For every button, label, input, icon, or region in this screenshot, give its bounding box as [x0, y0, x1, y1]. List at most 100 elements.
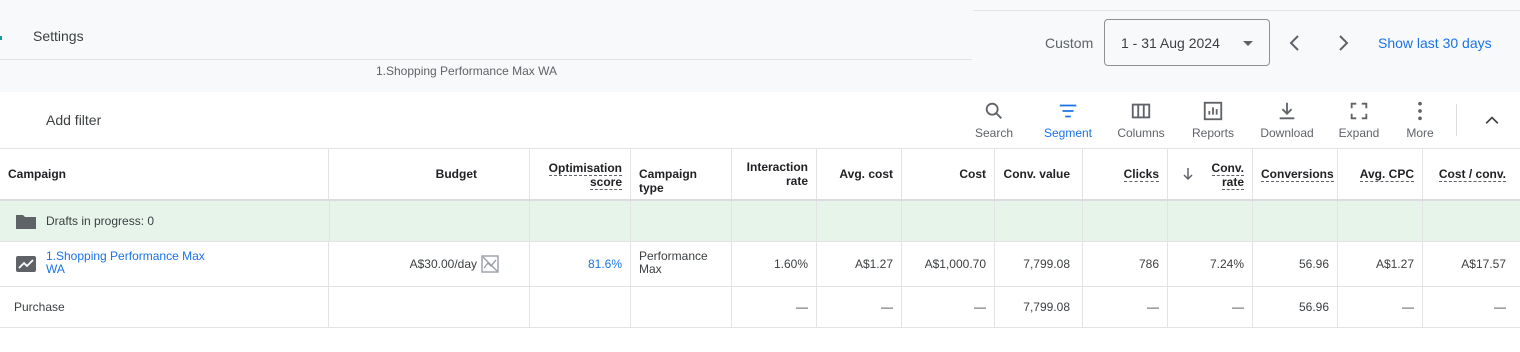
- segment-icon: [1059, 104, 1077, 118]
- folder-icon: [16, 215, 36, 229]
- campaign-type-cell: Performance Max: [631, 242, 732, 286]
- column-header-avg-cpc[interactable]: Avg. CPC: [1338, 149, 1423, 199]
- opt-score-cell: 81.6%: [530, 242, 631, 286]
- table-cell: [995, 201, 1083, 241]
- tool-label: Search: [974, 126, 1014, 140]
- table-cell: [329, 201, 530, 241]
- table-cell: [1253, 201, 1338, 241]
- column-header-cost-per-conv[interactable]: Cost / conv.: [1423, 149, 1520, 199]
- budget-cell: A$30.00/day: [329, 242, 530, 286]
- drafts-row[interactable]: Drafts in progress: 0: [0, 201, 1520, 242]
- table-cell: [1423, 201, 1520, 241]
- column-header-optimisation-score[interactable]: Optimisation score: [530, 149, 631, 199]
- column-header-conv-value[interactable]: Conv. value: [995, 149, 1083, 199]
- download-tool-button[interactable]: Download: [1254, 100, 1320, 146]
- table-cell: [631, 287, 732, 327]
- tool-label: Download: [1260, 126, 1314, 140]
- column-header-campaign-type[interactable]: Campaign type: [631, 149, 732, 199]
- tool-label: Columns: [1117, 126, 1165, 140]
- table-cell: [1083, 201, 1168, 241]
- columns-icon: [1131, 103, 1151, 119]
- table-cell: [1338, 201, 1423, 241]
- table-cell: 7,799.08: [995, 242, 1083, 286]
- drafts-cell: Drafts in progress: 0: [0, 201, 329, 241]
- table-cell: 786: [1083, 242, 1168, 286]
- columns-tool-button[interactable]: Columns: [1112, 100, 1170, 146]
- tool-label: Expand: [1338, 126, 1380, 140]
- drafts-label: Drafts in progress: 0: [46, 214, 155, 228]
- date-range-value: 1 - 31 Aug 2024: [1121, 35, 1220, 51]
- chevron-up-icon[interactable]: [1482, 110, 1502, 130]
- divider: [0, 59, 972, 60]
- table-cell: —: [732, 287, 817, 327]
- date-range-picker[interactable]: 1 - 31 Aug 2024: [1104, 19, 1270, 66]
- chart-off-icon[interactable]: [481, 255, 499, 273]
- table-header-row: Campaign Budget Optimisation score Campa…: [0, 149, 1520, 201]
- column-header-conv-rate[interactable]: Conv. rate: [1168, 149, 1253, 199]
- table-cell: 7.24%: [1168, 242, 1253, 286]
- download-icon: [1279, 102, 1295, 120]
- column-header-cost[interactable]: Cost: [902, 149, 995, 199]
- table-cell: A$1.27: [1338, 242, 1423, 286]
- table-cell: [329, 287, 530, 327]
- table-cell: A$1.27: [817, 242, 902, 286]
- table-toolbar: Add filter Search Segment Columns Report…: [0, 92, 1520, 149]
- column-header-budget[interactable]: Budget: [329, 149, 530, 199]
- column-header-campaign[interactable]: Campaign: [0, 149, 329, 199]
- table-cell: 7,799.08: [995, 287, 1083, 327]
- opt-score-link[interactable]: 81.6%: [588, 257, 622, 271]
- column-header-conversions[interactable]: Conversions: [1253, 149, 1338, 199]
- search-tool-button[interactable]: Search: [970, 100, 1018, 146]
- table-cell: —: [1083, 287, 1168, 327]
- divider: [973, 10, 1520, 11]
- reports-tool-button[interactable]: Reports: [1185, 100, 1241, 146]
- segment-tool-button[interactable]: Segment: [1038, 100, 1098, 146]
- chevron-right-icon[interactable]: [1331, 31, 1355, 55]
- sort-arrow-down-icon[interactable]: [1182, 167, 1194, 181]
- tool-label: Segment: [1043, 126, 1093, 140]
- more-vert-icon: [1418, 101, 1422, 121]
- chevron-left-icon[interactable]: [1283, 31, 1307, 55]
- table-row: 1.Shopping Performance Max WA A$30.00/da…: [0, 242, 1520, 287]
- table-cell: [631, 201, 732, 241]
- column-header-clicks[interactable]: Clicks: [1083, 149, 1168, 199]
- table-cell: [817, 201, 902, 241]
- table-cell: A$1,000.70: [902, 242, 995, 286]
- table-cell: A$17.57: [1461, 257, 1506, 271]
- table-cell: —: [1168, 287, 1253, 327]
- accent-mark: [0, 36, 2, 40]
- table-cell: —: [1494, 300, 1506, 314]
- column-header-interaction-rate[interactable]: Interaction rate: [732, 149, 817, 199]
- reports-icon: [1203, 101, 1223, 121]
- purchase-name-cell: Purchase: [0, 287, 329, 327]
- table-cell: 56.96: [1253, 287, 1338, 327]
- search-icon: [985, 102, 1002, 119]
- toolbar-separator: [1456, 104, 1457, 136]
- table-cell: [732, 201, 817, 241]
- column-header-avg-cost[interactable]: Avg. cost: [817, 149, 902, 199]
- top-bar: Settings 1.Shopping Performance Max WA C…: [0, 0, 1520, 92]
- tool-label: More: [1406, 126, 1434, 140]
- table-cell: [530, 287, 631, 327]
- campaign-name-cell: 1.Shopping Performance Max WA: [0, 242, 329, 286]
- expand-tool-button[interactable]: Expand: [1333, 100, 1385, 146]
- table-cell: [1168, 201, 1253, 241]
- more-tool-button[interactable]: More: [1398, 100, 1442, 146]
- table-cell: 1.60%: [732, 242, 817, 286]
- campaign-name-link[interactable]: 1.Shopping Performance Max WA: [46, 250, 216, 276]
- performance-max-icon: [16, 256, 36, 272]
- table-cell: —: [902, 287, 995, 327]
- table-cell: —: [1338, 287, 1423, 327]
- table-cell: —: [817, 287, 902, 327]
- table-cell: 56.96: [1253, 242, 1338, 286]
- expand-icon: [1350, 102, 1368, 120]
- show-last-30-days-link[interactable]: Show last 30 days: [1378, 35, 1492, 51]
- add-filter-button[interactable]: Add filter: [46, 112, 101, 128]
- budget-value[interactable]: A$30.00/day: [329, 257, 477, 271]
- dropdown-arrow-icon: [1243, 41, 1253, 46]
- table-cell: [902, 201, 995, 241]
- tool-label: Reports: [1191, 126, 1235, 140]
- campaign-breadcrumb: 1.Shopping Performance Max WA: [376, 64, 557, 78]
- settings-tab[interactable]: Settings: [33, 28, 84, 44]
- table-cell: [530, 201, 631, 241]
